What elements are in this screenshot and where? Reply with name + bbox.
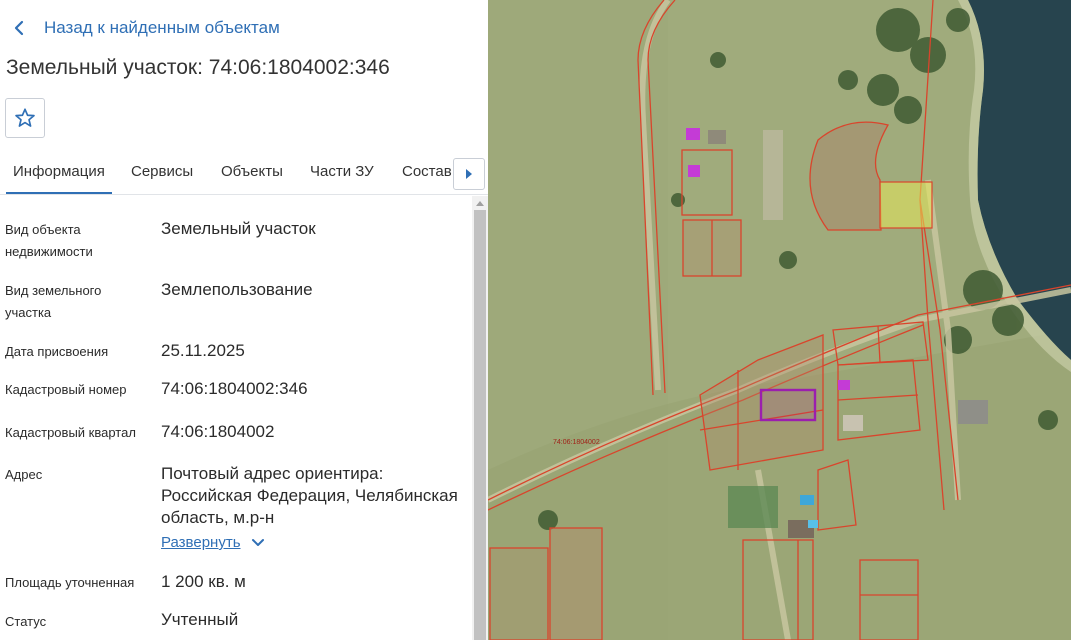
highlighted-parcel[interactable] — [879, 181, 933, 229]
details-list: Вид объекта недвижимости Земельный участ… — [0, 196, 472, 640]
cadastral-number-value: 74:06:1804002:346 — [161, 379, 308, 398]
scrollbar[interactable] — [472, 196, 488, 640]
satellite-map[interactable]: 74:06:1804002 — [488, 0, 1071, 640]
tabs-next-button[interactable] — [453, 158, 485, 190]
caret-right-icon — [466, 169, 472, 179]
cadastral-quarter-label: 74:06:1804002 — [553, 439, 600, 446]
expand-address-link[interactable]: Развернуть — [161, 534, 265, 551]
status-label: Статус — [5, 614, 47, 629]
status-value: Учтенный — [161, 610, 239, 629]
assigned-date-label: Дата присвоения — [5, 344, 109, 359]
cadastral-block-label: Кадастровый квартал — [5, 425, 136, 440]
address-label: Адрес — [5, 467, 43, 482]
tab-information[interactable]: Информация — [6, 152, 112, 194]
favorite-button[interactable] — [5, 98, 45, 138]
expand-link-label[interactable]: Развернуть — [161, 534, 241, 551]
area-label: Площадь уточненная — [5, 575, 135, 590]
selected-parcel[interactable] — [759, 388, 817, 422]
info-panel: Назад к найденным объектам Земельный уча… — [0, 0, 488, 640]
scroll-up-arrow[interactable] — [472, 196, 488, 210]
area-value: 1 200 кв. м — [161, 572, 246, 591]
caret-up-icon — [476, 201, 484, 206]
chevron-down-icon — [251, 538, 264, 546]
cadastral-block-value: 74:06:1804002 — [161, 422, 275, 441]
cadastral-number-label: Кадастровый номер — [5, 382, 127, 397]
chevron-left-icon — [14, 20, 24, 36]
back-link[interactable]: Назад к найденным объектам — [10, 16, 280, 40]
scroll-thumb[interactable] — [474, 210, 486, 640]
map-canvas[interactable]: 74:06:1804002 — [488, 0, 1071, 640]
land-type-label: Вид земельного участка — [5, 283, 102, 320]
tab-bar: Информация Сервисы Объекты Части ЗУ Сост… — [0, 152, 488, 195]
object-type-label: Вид объекта недвижимости — [5, 222, 93, 259]
tab-composition[interactable]: Состав — [402, 152, 452, 192]
star-icon — [15, 108, 35, 127]
page-title: Земельный участок: 74:06:1804002:346 — [6, 56, 390, 79]
address-value: Почтовый адрес ориентира: Российская Фед… — [161, 464, 458, 527]
land-type-value: Землепользование — [161, 280, 313, 299]
tab-services[interactable]: Сервисы — [131, 152, 193, 192]
tab-objects[interactable]: Объекты — [221, 152, 283, 192]
assigned-date-value: 25.11.2025 — [161, 341, 245, 360]
back-link-label[interactable]: Назад к найденным объектам — [44, 18, 280, 38]
tab-parcel-parts[interactable]: Части ЗУ — [310, 152, 374, 192]
object-type-value: Земельный участок — [161, 219, 316, 238]
